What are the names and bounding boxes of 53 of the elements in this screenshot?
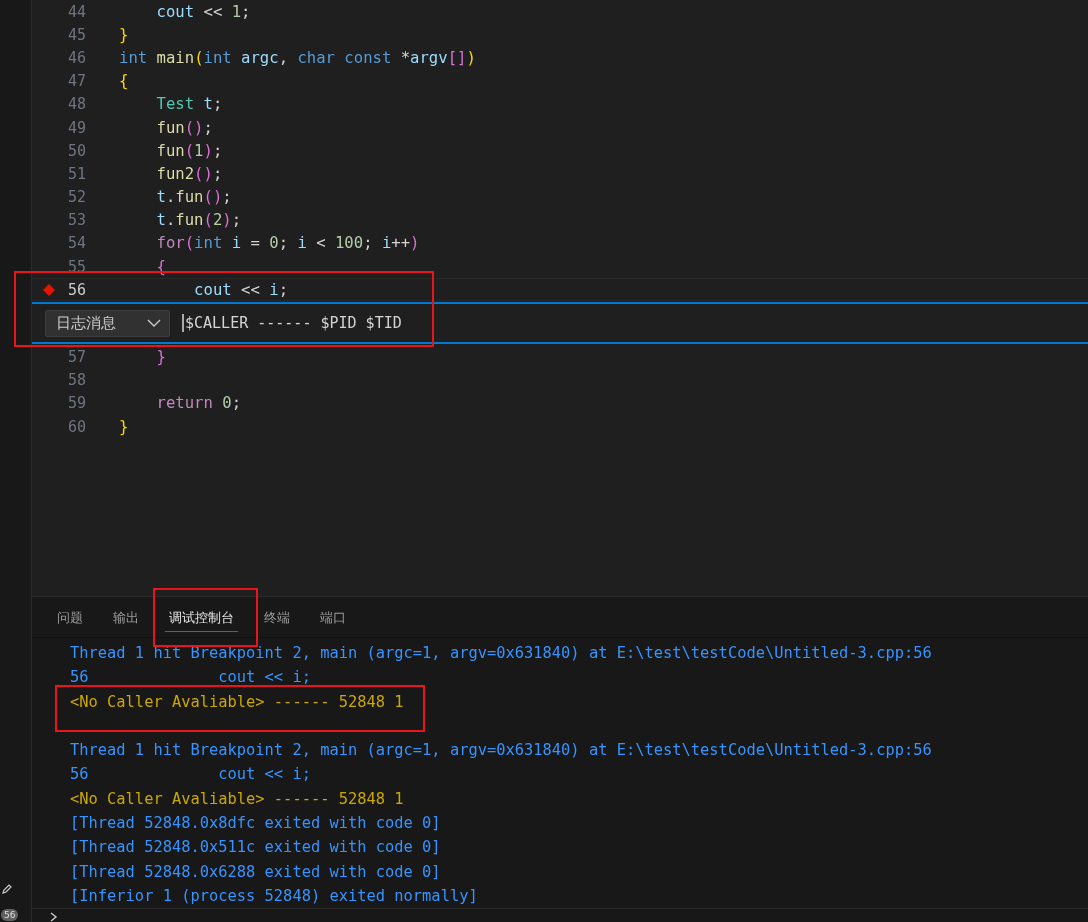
console-output-line: [Thread 52848.0x8dfc exited with code 0] (70, 813, 441, 835)
code-line: fun(1); (155, 141, 223, 160)
panel-tab[interactable]: 端口 (316, 602, 350, 632)
pencil-icon[interactable] (1, 883, 13, 895)
panel-tab[interactable]: 输出 (109, 602, 143, 632)
console-output-line: Thread 1 hit Breakpoint 2, main (argc=1, argv=0x631840) at E:\test\testCode\Untitled-3.cpp:56 (70, 740, 932, 762)
console-output-line: <No Caller Avaliable> ------ 52848 1 (70, 788, 404, 810)
code-line: return 0; (155, 394, 242, 413)
code-line: int main(int argc, char const *argv[]) (119, 48, 476, 67)
line-number: 56 (66, 280, 86, 299)
code-line: t.fun(); (155, 188, 232, 207)
code-line: fun2(); (155, 164, 223, 183)
code-line: Test t; (155, 95, 223, 114)
breakpoint-icon[interactable] (43, 283, 55, 296)
console-output-line: [Thread 52848.0x6288 exited with code 0] (70, 861, 441, 883)
line-number: 58 (66, 371, 86, 390)
line-number: 51 (66, 164, 86, 183)
line-number: 54 (66, 234, 86, 253)
code-line: cout << i; (193, 280, 288, 299)
line-number: 59 (66, 394, 86, 413)
code-line: { (119, 72, 129, 91)
console-output-line: [Thread 52848.0x511c exited with code 0] (70, 837, 441, 859)
line-number: 57 (66, 348, 86, 367)
notification-badge: 56 (1, 909, 19, 921)
code-line: t.fun(2); (155, 211, 242, 230)
code-line: } (119, 417, 129, 436)
panel-tab[interactable]: 调试控制台 (165, 602, 238, 632)
panel-tab[interactable]: 问题 (53, 602, 87, 632)
code-line: fun(); (155, 118, 213, 137)
line-number: 47 (66, 72, 86, 91)
prompt-chevron-icon[interactable] (50, 912, 58, 922)
code-line: } (119, 25, 129, 44)
line-number: 49 (66, 118, 86, 137)
console-output-line: 56 cout << i; (70, 667, 311, 689)
chevron-down-icon[interactable] (147, 319, 161, 328)
console-output-line: [Inferior 1 (process 52848) exited normally] (70, 885, 478, 907)
console-output-line: <No Caller Avaliable> ------ 52848 1 (70, 691, 404, 713)
line-number: 46 (66, 48, 86, 67)
line-number: 53 (66, 211, 86, 230)
line-number: 52 (66, 188, 86, 207)
line-number: 60 (66, 417, 86, 436)
breakpoint-type-dropdown[interactable]: 日志消息 (45, 309, 170, 337)
code-line: } (155, 348, 166, 367)
code-line: for(int i = 0; i < 100; i++) (155, 234, 420, 253)
code-line: cout << 1; (155, 2, 251, 21)
line-number: 45 (66, 25, 86, 44)
panel-tab[interactable]: 终端 (260, 602, 294, 632)
line-number: 44 (66, 2, 86, 21)
line-number: 48 (66, 95, 86, 114)
console-output-line: 56 cout << i; (70, 764, 311, 786)
console-output-line: Thread 1 hit Breakpoint 2, main (argc=1, argv=0x631840) at E:\test\testCode\Untitled-3.cpp:56 (70, 643, 932, 664)
log-message-input[interactable]: $CALLER ------ $PID $TID (182, 314, 402, 333)
line-number: 50 (66, 141, 86, 160)
